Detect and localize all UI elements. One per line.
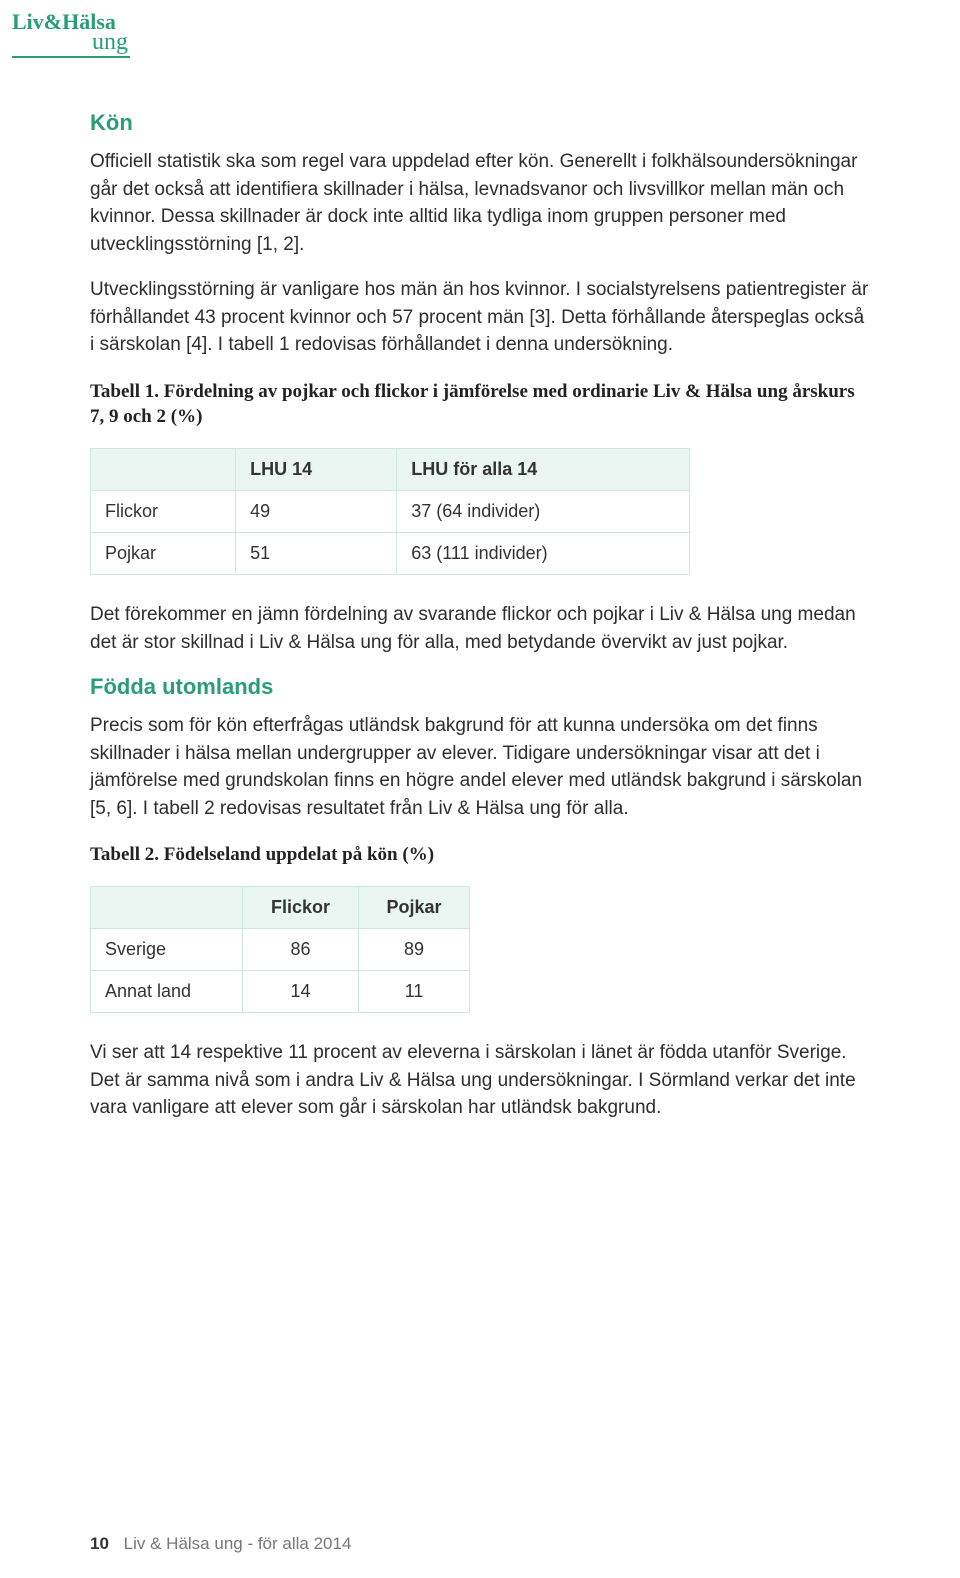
footer-text: Liv & Hälsa ung - för alla 2014	[124, 1534, 352, 1553]
table1-r0-c2: 37 (64 individer)	[397, 491, 690, 533]
table-row: Flickor 49 37 (64 individer)	[91, 491, 690, 533]
page-number: 10	[90, 1534, 109, 1553]
table1-r1-c2: 63 (111 individer)	[397, 533, 690, 575]
table2-head-blank	[91, 887, 243, 929]
table2-caption: Tabell 2. Födelseland uppdelat på kön (%…	[90, 842, 870, 868]
table-row: Sverige 86 89	[91, 929, 470, 971]
brand-logo: Liv&Hälsa ung	[12, 12, 130, 58]
para-kon-1: Officiell statistik ska som regel vara u…	[90, 148, 870, 258]
table-row: Pojkar 51 63 (111 individer)	[91, 533, 690, 575]
page-footer: 10 Liv & Hälsa ung - för alla 2014	[90, 1534, 351, 1554]
table2-r1-c2: 11	[359, 971, 470, 1013]
para-end: Vi ser att 14 respektive 11 procent av e…	[90, 1039, 870, 1122]
table1-r0-label: Flickor	[91, 491, 236, 533]
document-body: Kön Officiell statistik ska som regel va…	[90, 20, 870, 1122]
table1-r1-label: Pojkar	[91, 533, 236, 575]
table2-r0-label: Sverige	[91, 929, 243, 971]
table-header-row: LHU 14 LHU för alla 14	[91, 449, 690, 491]
para-mid: Det förekommer en jämn fördelning av sva…	[90, 601, 870, 656]
para-fodda-1: Precis som för kön efterfrågas utländsk …	[90, 712, 870, 822]
table1-r0-c1: 49	[236, 491, 397, 533]
table-header-row: Flickor Pojkar	[91, 887, 470, 929]
table1-head-c1: LHU 14	[236, 449, 397, 491]
table2-head-c1: Flickor	[242, 887, 358, 929]
table1: LHU 14 LHU för alla 14 Flickor 49 37 (64…	[90, 448, 690, 575]
table2: Flickor Pojkar Sverige 86 89 Annat land …	[90, 886, 470, 1013]
heading-fodda: Födda utomlands	[90, 674, 870, 700]
table1-caption: Tabell 1. Fördelning av pojkar och flick…	[90, 379, 870, 430]
table1-r1-c1: 51	[236, 533, 397, 575]
table2-r1-label: Annat land	[91, 971, 243, 1013]
para-kon-2: Utvecklingsstörning är vanligare hos män…	[90, 276, 870, 359]
table2-head-c2: Pojkar	[359, 887, 470, 929]
table2-r0-c2: 89	[359, 929, 470, 971]
heading-kon: Kön	[90, 110, 870, 136]
logo-underline	[12, 56, 130, 58]
table1-head-c2: LHU för alla 14	[397, 449, 690, 491]
table2-r1-c1: 14	[242, 971, 358, 1013]
table2-r0-c1: 86	[242, 929, 358, 971]
logo-sub-text: ung	[12, 32, 130, 54]
table-row: Annat land 14 11	[91, 971, 470, 1013]
table1-head-blank	[91, 449, 236, 491]
